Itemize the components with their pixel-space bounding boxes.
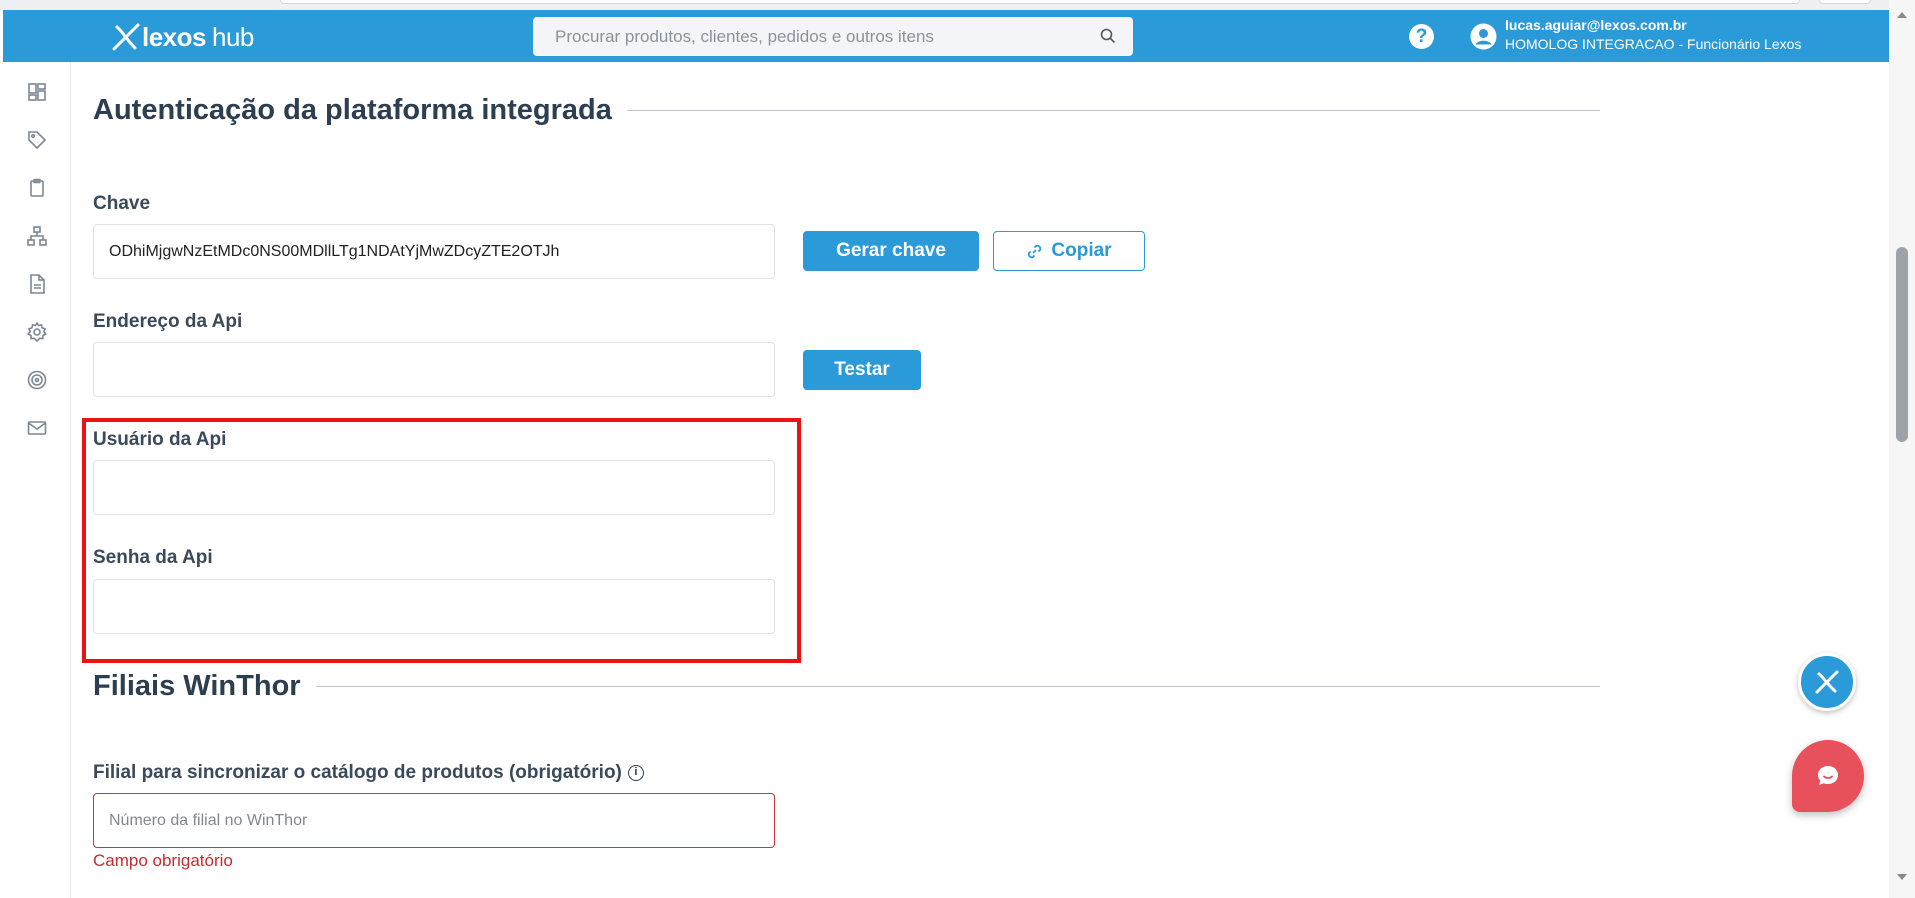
clipboard-icon[interactable]: [25, 176, 49, 200]
lexos-assistant-button[interactable]: [1798, 653, 1856, 711]
user-avatar-icon[interactable]: [1470, 23, 1497, 50]
user-organization: HOMOLOG INTEGRACAO - Funcionário Lexos: [1505, 36, 1802, 52]
api-address-input[interactable]: [93, 342, 775, 397]
global-search: [533, 17, 1133, 56]
page-scrollbar[interactable]: [1889, 0, 1915, 898]
catalog-branch-error: Campo obrigatório: [93, 851, 233, 870]
browser-chrome: [0, 0, 1915, 10]
top-bar: lexoshub ? lucas.aguiar@lexos.com.br HOM…: [3, 10, 1889, 62]
scrollbar-thumb[interactable]: [1896, 247, 1908, 442]
chat-button[interactable]: [1792, 740, 1864, 812]
copy-icon: [1028, 244, 1042, 258]
section-title: Filiais WinThor: [93, 670, 301, 702]
section-title: Autenticação da plataforma integrada: [93, 94, 612, 126]
address-bar[interactable]: [280, 0, 1800, 4]
auth-section-header: Autenticação da plataforma integrada: [93, 94, 1600, 127]
api-address-label: Endereço da Api: [93, 311, 243, 332]
test-button[interactable]: Testar: [803, 350, 921, 390]
tag-icon[interactable]: [25, 128, 49, 152]
scroll-down-arrow[interactable]: [1897, 874, 1907, 880]
sidebar: [3, 62, 71, 898]
browser-button[interactable]: [1819, 0, 1871, 4]
key-input[interactable]: [93, 224, 775, 279]
mail-icon[interactable]: [25, 416, 49, 440]
lexos-hub-logo[interactable]: lexos hub: [111, 22, 254, 52]
help-icon[interactable]: ?: [1409, 24, 1434, 49]
generate-key-button[interactable]: Gerar chave: [803, 231, 979, 271]
brand-name: lexos hub: [142, 21, 254, 52]
gear-icon[interactable]: [25, 320, 49, 344]
api-password-label: Senha da Api: [93, 547, 213, 568]
document-icon[interactable]: [25, 272, 49, 296]
main-content: Autenticação da plataforma integrada Cha…: [93, 62, 1603, 898]
section-divider: [315, 686, 1600, 687]
network-icon[interactable]: [25, 224, 49, 248]
info-icon[interactable]: i: [627, 765, 644, 781]
user-email: lucas.aguiar@lexos.com.br: [1505, 17, 1687, 33]
key-label: Chave: [93, 193, 151, 214]
target-icon[interactable]: [25, 368, 49, 392]
copy-button[interactable]: Copiar: [993, 231, 1145, 271]
catalog-branch-input[interactable]: [93, 793, 775, 848]
search-icon[interactable]: [1099, 27, 1117, 45]
section-divider: [626, 110, 1600, 111]
copy-button-label: Copiar: [1051, 240, 1112, 261]
branches-section-header: Filiais WinThor: [93, 670, 1600, 703]
api-user-input[interactable]: [93, 460, 775, 515]
lexos-x-icon: [1815, 670, 1839, 694]
chat-bubble-icon: [1818, 766, 1838, 785]
user-info[interactable]: lucas.aguiar@lexos.com.br HOMOLOG INTEGR…: [1505, 16, 1801, 54]
scroll-up-arrow[interactable]: [1897, 12, 1907, 18]
catalog-branch-label: Filial para sincronizar o catálogo de pr…: [93, 762, 644, 784]
lexos-x-icon: [112, 23, 140, 51]
dashboard-icon[interactable]: [25, 80, 49, 104]
api-password-input[interactable]: [93, 579, 775, 634]
search-input[interactable]: [555, 26, 1085, 47]
api-user-label: Usuário da Api: [93, 429, 227, 450]
